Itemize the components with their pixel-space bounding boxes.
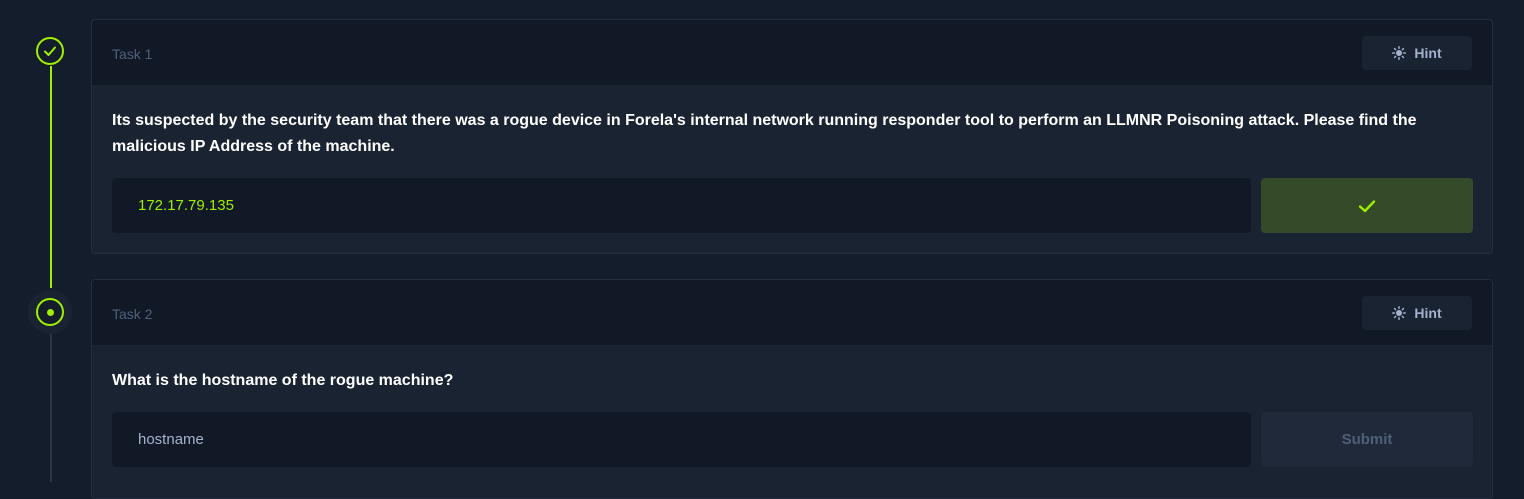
answer-field[interactable]: hostname xyxy=(112,412,1251,467)
hint-button[interactable]: Hint xyxy=(1362,296,1472,330)
task-timeline xyxy=(0,0,90,482)
hint-label: Hint xyxy=(1414,305,1442,321)
task-card-header: Task 2 Hint xyxy=(92,280,1492,345)
task-card-1: Task 1 Hint Its suspected by the securit… xyxy=(91,19,1493,254)
hint-button[interactable]: Hint xyxy=(1362,36,1472,70)
submit-button[interactable]: Submit xyxy=(1261,412,1473,467)
task-2-active-dot-icon xyxy=(36,298,64,326)
check-icon xyxy=(1358,199,1376,212)
task-question: What is the hostname of the rogue machin… xyxy=(112,372,454,389)
task-question: Its suspected by the security team that … xyxy=(112,112,1417,155)
task-title: Task 2 xyxy=(112,306,153,322)
task-title: Task 1 xyxy=(112,46,153,62)
timeline-pending-line xyxy=(50,328,52,482)
hint-label: Hint xyxy=(1414,45,1442,61)
lightbulb-icon xyxy=(1392,46,1407,60)
task-card-2: Task 2 Hint What is the hostname of the … xyxy=(91,279,1493,499)
submitted-answer-button[interactable] xyxy=(1261,178,1473,233)
task-card-header: Task 1 Hint xyxy=(92,20,1492,85)
answer-field[interactable]: 172.17.79.135 xyxy=(112,178,1251,233)
task-1-completed-check-icon xyxy=(36,37,64,65)
lightbulb-icon xyxy=(1392,306,1407,320)
timeline-progress-line xyxy=(50,66,52,288)
